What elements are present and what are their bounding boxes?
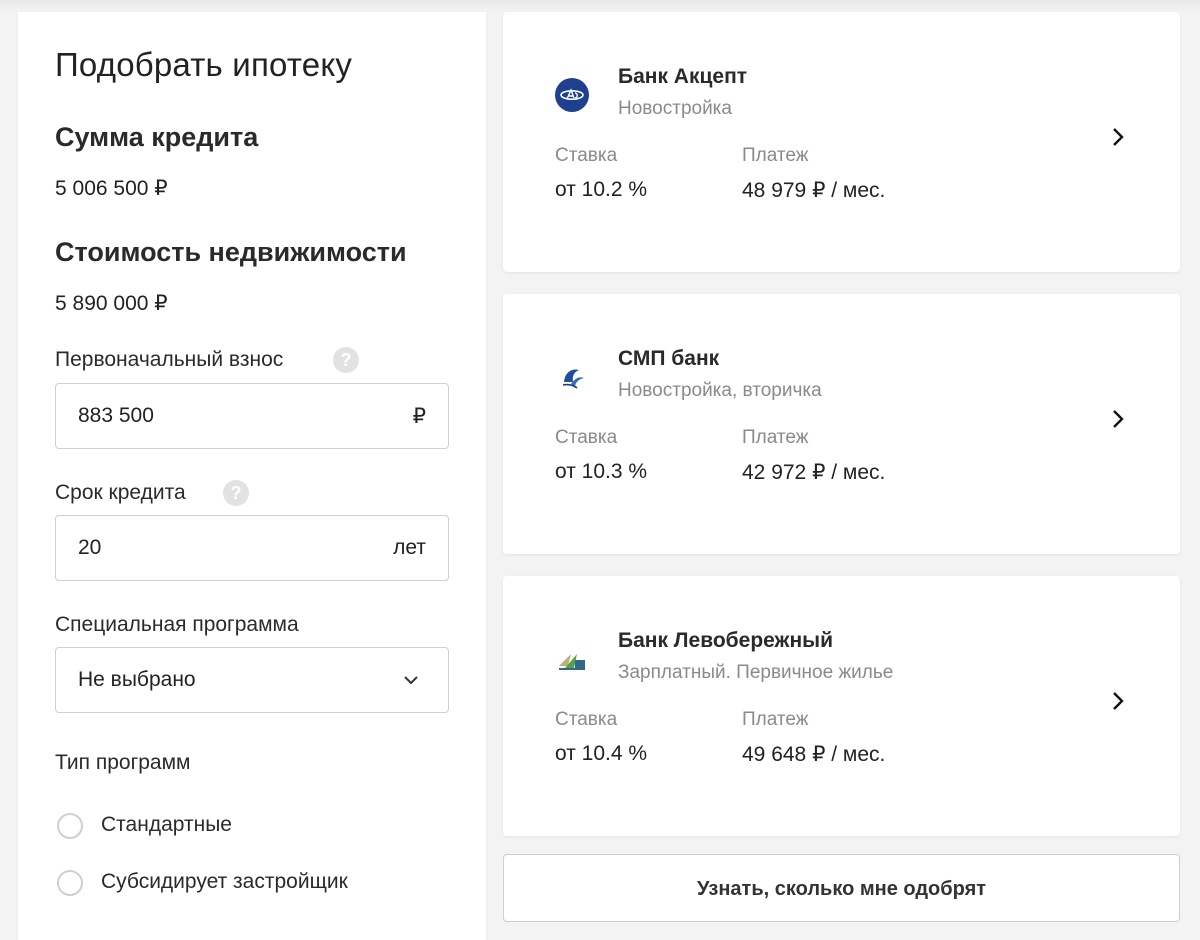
chevron-right-icon[interactable] — [1109, 406, 1127, 432]
payment-label: Платеж — [742, 145, 809, 166]
radio-label: Стандартные — [101, 813, 232, 836]
property-cost-label: Стоимость недвижимости — [55, 237, 407, 267]
bank-subtitle: Новостройка, вторичка — [618, 380, 822, 401]
offer-card-smp[interactable]: СМП банк Новостройка, вторичка Ставка от… — [503, 294, 1180, 554]
loan-term-help-icon[interactable]: ? — [223, 480, 249, 506]
mortgage-form-panel: Подобрать ипотеку Сумма кредита 5 006 50… — [18, 12, 486, 940]
smp-bank-logo-icon — [562, 369, 584, 389]
payment-value: 48 979 ₽ / мес. — [742, 179, 886, 202]
bank-name: СМП банк — [618, 347, 720, 370]
check-approval-button[interactable]: Узнать, сколько мне одобрят — [503, 854, 1180, 922]
loan-term-label: Срок кредита — [55, 481, 186, 504]
payment-label: Платеж — [742, 427, 809, 448]
loan-term-field[interactable]: лет — [55, 515, 449, 581]
down-payment-label: Первоначальный взнос — [55, 348, 284, 371]
offer-card-akcept[interactable]: Банк Акцепт Новостройка Ставка от 10.2 %… — [503, 12, 1180, 272]
top-shadow-bar — [0, 0, 1200, 12]
levoberezhny-logo-icon — [559, 654, 585, 670]
rate-value: от 10.4 % — [555, 742, 648, 765]
rate-label: Ставка — [555, 427, 618, 448]
offer-card-levoberezhny[interactable]: Банк Левобережный Зарплатный. Первичное … — [503, 576, 1180, 836]
chevron-down-icon — [404, 676, 418, 685]
down-payment-field[interactable]: ₽ — [55, 383, 449, 449]
program-type-label: Тип программ — [55, 751, 191, 774]
bank-akcept-logo-icon — [555, 78, 589, 112]
rate-value: от 10.3 % — [555, 460, 648, 483]
bank-subtitle: Новостройка — [618, 98, 732, 119]
down-payment-help-icon[interactable]: ? — [333, 347, 359, 373]
chevron-right-icon[interactable] — [1109, 124, 1127, 150]
bank-subtitle: Зарплатный. Первичное жилье — [618, 662, 894, 683]
special-program-label: Специальная программа — [55, 613, 299, 636]
term-suffix: лет — [393, 536, 426, 559]
page-title: Подобрать ипотеку — [55, 46, 353, 83]
rate-value: от 10.2 % — [555, 178, 648, 201]
bank-name: Банк Акцепт — [618, 65, 748, 88]
down-payment-input[interactable] — [78, 384, 378, 448]
payment-label: Платеж — [742, 709, 809, 730]
special-program-selected: Не выбрано — [78, 668, 196, 691]
special-program-select[interactable]: Не выбрано — [55, 647, 449, 713]
currency-suffix: ₽ — [412, 405, 426, 428]
radio-button[interactable] — [57, 870, 83, 896]
loan-term-input[interactable] — [78, 516, 378, 580]
chevron-right-icon[interactable] — [1109, 688, 1127, 714]
radio-button[interactable] — [57, 813, 83, 839]
rate-label: Ставка — [555, 145, 618, 166]
loan-amount-value: 5 006 500 ₽ — [55, 177, 168, 200]
payment-value: 49 648 ₽ / мес. — [742, 743, 886, 766]
rate-label: Ставка — [555, 709, 618, 730]
payment-value: 42 972 ₽ / мес. — [742, 461, 886, 484]
bank-name: Банк Левобережный — [618, 629, 833, 652]
radio-label: Субсидирует застройщик — [101, 870, 348, 893]
loan-amount-label: Сумма кредита — [55, 122, 259, 152]
property-cost-value: 5 890 000 ₽ — [55, 292, 168, 315]
